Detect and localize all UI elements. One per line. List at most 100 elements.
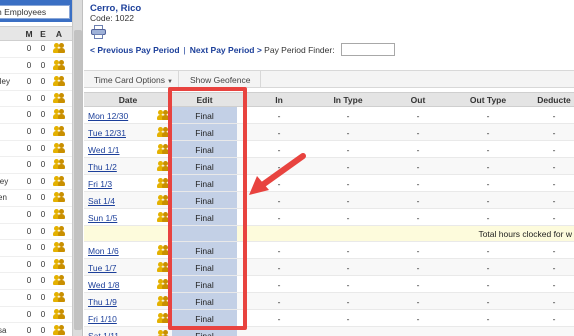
row-people-icon[interactable] [157,212,169,225]
time-card-options-button[interactable]: Time Card Options ▼ [84,71,179,88]
people-icon [53,208,65,220]
row-people-icon[interactable] [157,144,169,157]
row-people-icon[interactable] [157,178,169,191]
employee-row[interactable]: 00 [0,41,72,58]
row-edit-cell[interactable]: Final [172,293,237,309]
row-deducted: - [552,145,556,155]
employee-row-a[interactable] [53,275,65,286]
row-date-link[interactable]: Sat 1/4 [88,196,115,206]
row-date-link[interactable]: Sat 1/11 [88,331,119,336]
row-date-link[interactable]: Wed 1/1 [88,145,120,155]
row-edit-cell[interactable]: Final [172,276,237,292]
employee-search-bar [0,0,72,22]
employee-row-a[interactable] [53,109,65,120]
employee-row-a[interactable] [53,159,65,170]
employee-search-input[interactable] [0,5,70,19]
row-people-icon[interactable] [157,296,169,309]
table-row: Sat 1/11 Final - - - - - [84,327,574,336]
employee-row[interactable]: 00 [0,141,72,158]
people-icon [157,330,169,336]
row-people-icon[interactable] [157,161,169,174]
employee-row[interactable]: 00 [0,157,72,174]
row-people-icon[interactable] [157,262,169,275]
row-date-link[interactable]: Mon 1/6 [88,246,119,256]
employee-row[interactable]: 00 [0,124,72,141]
employee-row[interactable]: 00 [0,207,72,224]
employee-row[interactable]: 00 [0,91,72,108]
employee-row-a[interactable] [53,308,65,320]
employee-row-a[interactable] [53,325,65,336]
employee-list-scrollbar[interactable] [73,0,83,336]
employee-row[interactable]: 00 [0,107,72,124]
row-people-icon[interactable] [157,313,169,326]
row-date-link[interactable]: Fri 1/3 [88,179,112,189]
employee-row-a[interactable] [53,208,65,220]
row-date-link[interactable]: Tue 12/31 [88,128,126,138]
next-pay-period-link[interactable]: Next Pay Period > [190,45,262,55]
show-geofence-button[interactable]: Show Geofence [179,71,261,88]
print-icon[interactable] [91,25,107,39]
row-people-icon[interactable] [157,330,169,336]
employee-row[interactable]: 00 [0,224,72,241]
nav-separator: | [183,45,186,55]
row-deducted: - [552,128,556,138]
row-people-icon[interactable] [157,110,169,123]
row-people-icon[interactable] [157,279,169,292]
employee-code: Code: 1022 [90,13,134,23]
row-people-icon[interactable] [157,127,169,140]
row-date-link[interactable]: Wed 1/8 [88,280,120,290]
employee-row[interactable]: en 00 [0,190,72,207]
row-date-link[interactable]: Sun 1/5 [88,213,117,223]
row-date-link[interactable]: Thu 1/2 [88,162,117,172]
employee-row-a[interactable] [53,43,65,54]
row-people-icon[interactable] [157,245,169,258]
row-edit-cell[interactable]: Final [172,209,237,225]
employee-row[interactable]: 00 [0,273,72,290]
employee-row[interactable]: 00 [0,290,72,307]
employee-row[interactable]: iley 00 [0,74,72,91]
employee-row-a[interactable] [53,142,65,154]
row-date-link[interactable]: Mon 12/30 [88,111,128,121]
pay-period-finder-input[interactable] [341,43,395,56]
row-edit-cell[interactable]: Final [172,242,237,258]
row-edit-cell[interactable]: Final [172,310,237,326]
row-date-link[interactable]: Fri 1/10 [88,314,117,324]
people-icon [157,161,169,172]
row-edit-cell[interactable]: Final [172,192,237,208]
employee-row-a[interactable] [53,76,65,87]
row-edit-cell[interactable]: Final [172,124,237,140]
employee-row[interactable]: ley 00 [0,174,72,191]
employee-row-a[interactable] [53,59,65,71]
employee-row-a[interactable] [53,225,65,237]
row-people-icon[interactable] [157,195,169,208]
employee-row[interactable]: 00 [0,240,72,257]
row-edit-status: Final [195,331,214,336]
employee-row-a[interactable] [53,242,65,253]
previous-pay-period-link[interactable]: < Previous Pay Period [90,45,180,55]
employee-row-a[interactable] [53,291,65,303]
row-edit-cell[interactable]: Final [172,327,237,336]
table-row: Sat 1/4 Final - - - - - [84,192,574,209]
row-date-link[interactable]: Thu 1/9 [88,297,117,307]
employee-row-a[interactable] [53,258,65,270]
scrollbar-thumb[interactable] [74,30,82,330]
employee-row[interactable]: sa 00 [0,323,72,336]
employee-row-e: 0 [40,60,46,70]
row-edit-cell[interactable]: Final [172,259,237,275]
employee-row[interactable]: 00 [0,307,72,324]
employee-row[interactable]: 00 [0,58,72,75]
employee-row-a[interactable] [53,192,65,203]
employee-row-a[interactable] [53,125,65,137]
row-edit-cell[interactable]: Final [172,107,237,123]
row-out-type: - [486,196,490,206]
row-date-link[interactable]: Tue 1/7 [88,263,117,273]
employee-row-a[interactable] [53,175,65,187]
row-edit-cell[interactable]: Final [172,141,237,157]
employee-row-m: 0 [26,110,32,120]
row-edit-status: Final [195,111,214,121]
row-edit-cell[interactable]: Final [172,158,237,174]
row-edit-cell[interactable]: Final [172,175,237,191]
employee-row-a[interactable] [53,92,65,104]
people-icon [53,43,65,54]
employee-row[interactable]: 00 [0,257,72,274]
